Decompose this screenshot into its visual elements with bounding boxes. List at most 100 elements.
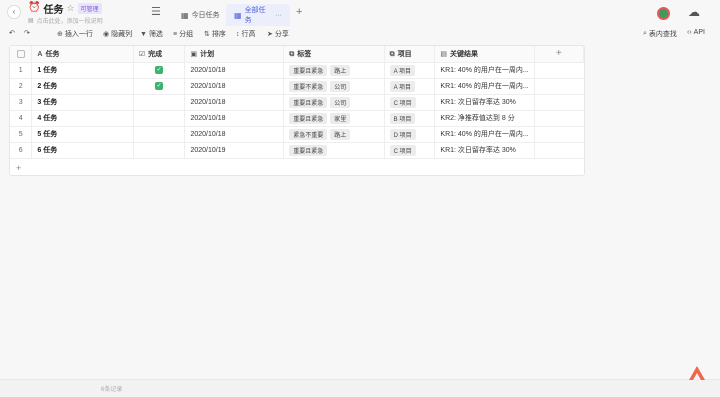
select-all-cell[interactable] (10, 46, 33, 63)
share-button[interactable]: ➤ 分享 (267, 29, 289, 39)
top-bar: ‹ ⏰ 任务 ☆ 可管理 ▤ 点击此处，添加一段说明 ☰ ▦ 今日任务 ▦ 全部… (0, 0, 720, 26)
checkmark-icon[interactable]: ✓ (155, 82, 164, 90)
done-cell[interactable] (133, 94, 186, 111)
checkbox-field-icon: ☑ (138, 50, 146, 58)
key-result-cell[interactable]: KR1: 次日留存率达 30% (434, 94, 535, 111)
back-icon[interactable]: ‹ (7, 5, 21, 19)
task-cell[interactable]: 4 任务 (31, 110, 134, 127)
add-row-button[interactable]: + (16, 163, 21, 173)
empty-cell (534, 142, 584, 159)
tags-cell[interactable]: 重要且紧急 (283, 142, 385, 159)
project-chip: C 项目 (389, 144, 416, 156)
tag-chip: 紧急不重要 (289, 128, 328, 140)
column-header-plan[interactable]: ▣ 计划 (184, 46, 285, 63)
plan-date-cell[interactable]: 2020/10/18 (184, 78, 285, 95)
lookup-icon: ▤ (440, 50, 448, 58)
tag-chip: 重要且紧急 (289, 112, 328, 124)
done-cell[interactable] (133, 126, 186, 143)
column-header-task[interactable]: A 任务 (31, 46, 134, 63)
column-header-project[interactable]: ⧉ 项目 (384, 46, 436, 63)
project-chip: D 项目 (389, 128, 416, 140)
tag-chip: 路上 (330, 64, 351, 76)
api-button[interactable]: ‹› API (687, 29, 705, 36)
plan-date-cell[interactable]: 2020/10/18 (184, 126, 285, 143)
task-cell[interactable]: 1 任务 (31, 62, 134, 79)
checkmark-icon[interactable]: ✓ (155, 66, 164, 74)
plan-date-cell[interactable]: 2020/10/18 (184, 62, 285, 79)
row-number: 6 (10, 142, 33, 159)
project-cell[interactable]: C 项目 (384, 94, 436, 111)
insert-row-button[interactable]: ⊕ 插入一行 (57, 29, 93, 39)
task-cell[interactable]: 6 任务 (31, 142, 134, 159)
star-icon[interactable]: ☆ (66, 3, 74, 14)
page-description[interactable]: 点击此处，添加一段说明 (37, 16, 103, 25)
tab-all-tasks[interactable]: ▦ 全部任务 ··· (226, 4, 290, 26)
task-cell[interactable]: 3 任务 (31, 94, 134, 111)
plan-date-cell[interactable]: 2020/10/18 (184, 94, 285, 111)
project-cell[interactable]: B 项目 (384, 110, 436, 127)
project-chip: A 项目 (389, 64, 415, 76)
tags-cell[interactable]: 紧急不重要 路上 (283, 126, 385, 143)
avatar[interactable] (657, 7, 670, 20)
search-in-table-button[interactable]: ⌕ 表内查找 (643, 29, 677, 39)
done-cell[interactable]: ✓ (133, 62, 186, 79)
project-cell[interactable]: D 项目 (384, 126, 436, 143)
project-cell[interactable]: A 项目 (384, 78, 436, 95)
table-row[interactable]: 22 任务 ✓ 2020/10/18 重要不紧急 公司 A 项目 KR1: 40% 的用户在… (10, 78, 584, 95)
key-result-cell[interactable]: KR2: 净推荐值达到 8 分 (434, 110, 535, 127)
key-result-cell[interactable]: KR1: 40% 的用户在一周内... (434, 126, 535, 143)
task-cell[interactable]: 5 任务 (31, 126, 134, 143)
table-row[interactable]: 66 任务 2020/10/19 重要且紧急 C 项目 KR1: 次日留存率达 30% (10, 142, 584, 159)
more-icon[interactable]: ··· (275, 12, 282, 19)
tab-label: 今日任务 (191, 12, 220, 19)
column-header-done[interactable]: ☑ 完成 (133, 46, 186, 63)
page-title[interactable]: 任务 (43, 1, 63, 16)
project-cell[interactable]: C 项目 (384, 142, 436, 159)
tags-cell[interactable]: 重要且紧急 路上 (283, 62, 385, 79)
key-result-cell[interactable]: KR1: 40% 的用户在一周内... (434, 78, 535, 95)
tags-cell[interactable]: 重要且紧急 家里 (283, 110, 385, 127)
plan-date-cell[interactable]: 2020/10/18 (184, 110, 285, 127)
key-result-cell[interactable]: KR1: 次日留存率达 30% (434, 142, 535, 159)
tags-cell[interactable]: 重要不紧急 公司 (283, 78, 385, 95)
sort-button[interactable]: ⇅ 排序 (204, 29, 226, 39)
link-icon: ⧉ (389, 50, 395, 58)
project-chip: C 项目 (389, 96, 416, 108)
plan-date-cell[interactable]: 2020/10/19 (184, 142, 285, 159)
tag-chip: 公司 (330, 80, 351, 92)
permission-badge: 可管理 (77, 2, 102, 14)
toolbar: ↶ ↷ ⊕ 插入一行 ◉ 隐藏列 ▼ 筛选 ≡ 分组 ⇅ 排序 ↕ 行高 ➤ 分享 ⌕ 表内查找… (0, 26, 720, 42)
filter-button[interactable]: ▼ 筛选 (140, 29, 163, 39)
add-tab-icon[interactable]: + (296, 6, 302, 18)
plus-circle-icon: ⊕ (57, 31, 63, 38)
done-cell[interactable] (133, 110, 186, 127)
sort-icon: ⇅ (204, 31, 210, 38)
group-button[interactable]: ≡ 分组 (173, 29, 193, 39)
select-all-checkbox[interactable] (16, 49, 25, 58)
key-result-cell[interactable]: KR1: 40% 的用户在一周内... (434, 62, 535, 79)
app-logo-icon (689, 366, 705, 380)
done-cell[interactable] (133, 142, 186, 159)
column-header-tags[interactable]: ⧉ 标签 (283, 46, 385, 63)
cloud-icon[interactable]: ☁ (688, 5, 700, 19)
undo-icon[interactable]: ↶ (9, 29, 15, 37)
tags-cell[interactable]: 重要且紧急 公司 (283, 94, 385, 111)
task-table: A 任务 ☑ 完成 ▣ 计划 ⧉ 标签 ⧉ 项目 ▤ 关键结果 + 11 任务 ✓ 2020/1… (10, 46, 584, 159)
redo-icon[interactable]: ↷ (24, 29, 30, 37)
tab-today-tasks[interactable]: ▦ 今日任务 (173, 4, 228, 26)
task-cell[interactable]: 2 任务 (31, 78, 134, 95)
empty-cell (534, 94, 584, 111)
table-row[interactable]: 11 任务 ✓ 2020/10/18 重要且紧急 路上 A 项目 KR1: 40% 的用户在… (10, 62, 584, 79)
done-cell[interactable]: ✓ (133, 78, 186, 95)
text-field-icon: A (37, 50, 43, 58)
row-height-button[interactable]: ↕ 行高 (236, 29, 256, 39)
column-header-key-result[interactable]: ▤ 关键结果 (434, 46, 535, 63)
table-row[interactable]: 44 任务 2020/10/18 重要且紧急 家里 B 项目 KR2: 净推荐值达到 8 … (10, 110, 584, 127)
table-row[interactable]: 33 任务 2020/10/18 重要且紧急 公司 C 项目 KR1: 次日留存率达 30… (10, 94, 584, 111)
hide-columns-button[interactable]: ◉ 隐藏列 (103, 29, 132, 39)
add-column-button[interactable]: + (534, 46, 584, 63)
data-grid: A 任务 ☑ 完成 ▣ 计划 ⧉ 标签 ⧉ 项目 ▤ 关键结果 + 11 任务 ✓ 2020/1… (9, 45, 585, 176)
table-row[interactable]: 55 任务 2020/10/18 紧急不重要 路上 D 项目 KR1: 40% 的用户在一… (10, 126, 584, 143)
menu-icon[interactable]: ☰ (151, 6, 161, 18)
project-cell[interactable]: A 项目 (384, 62, 436, 79)
